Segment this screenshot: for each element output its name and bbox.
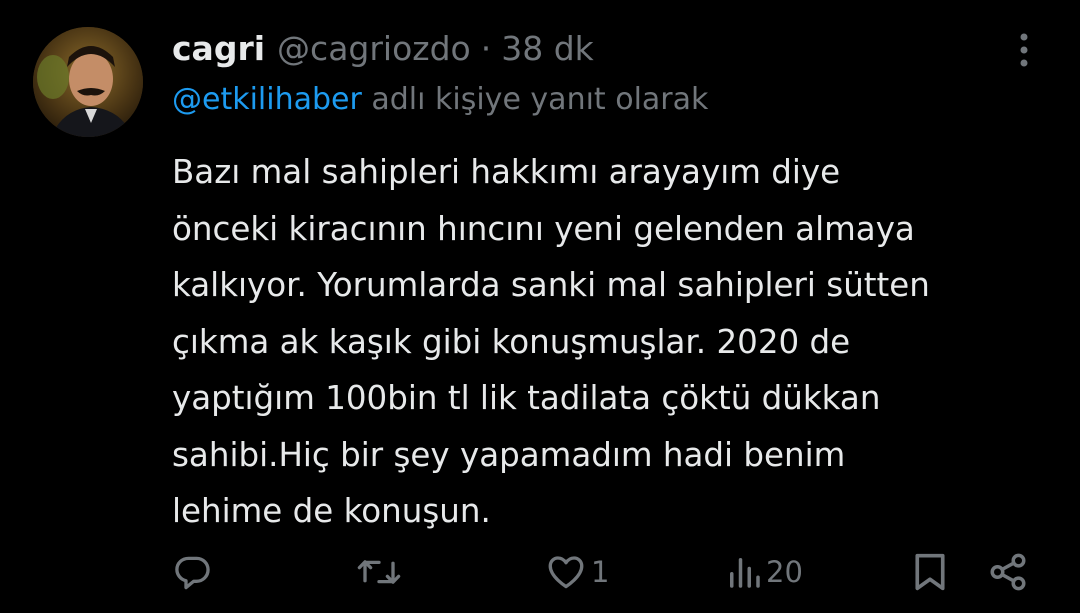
views-count: 20 [766,555,803,589]
tweet-header: cagri @cagriozdo · 38 dk [172,26,594,70]
tweet-text: Bazı mal sahipleri hakkımı arayayım diye… [172,153,930,530]
tweet: cagri @cagriozdo · 38 dk @etkilihaber ad… [0,0,1080,613]
share-icon [990,553,1026,591]
display-name[interactable]: cagri [172,29,265,68]
retweet-icon [357,560,401,584]
like-button[interactable]: 1 [545,546,609,598]
like-count: 1 [591,555,610,589]
reply-context: @etkilihaber adlı kişiye yanıt olarak [172,82,708,117]
bookmark-icon [915,553,945,591]
views-icon [730,558,760,588]
share-button[interactable] [987,546,1029,598]
action-bar: 1 20 [0,546,1080,598]
avatar[interactable] [33,27,143,137]
retweet-button[interactable] [356,546,402,598]
bookmark-button[interactable] [910,546,950,598]
reply-context-suffix: adlı kişiye yanıt olarak [361,82,709,117]
reply-icon [175,556,210,590]
more-vertical-icon [1020,33,1028,67]
more-options-button[interactable] [1006,30,1042,70]
separator-dot: · [480,28,492,68]
views-button[interactable]: 20 [726,546,803,598]
timestamp[interactable]: 38 dk [501,29,594,68]
user-handle[interactable]: @cagriozdo [277,29,471,68]
reply-button[interactable] [172,546,214,598]
reply-mention-link[interactable]: @etkilihaber [172,82,362,117]
heart-icon [548,556,584,589]
